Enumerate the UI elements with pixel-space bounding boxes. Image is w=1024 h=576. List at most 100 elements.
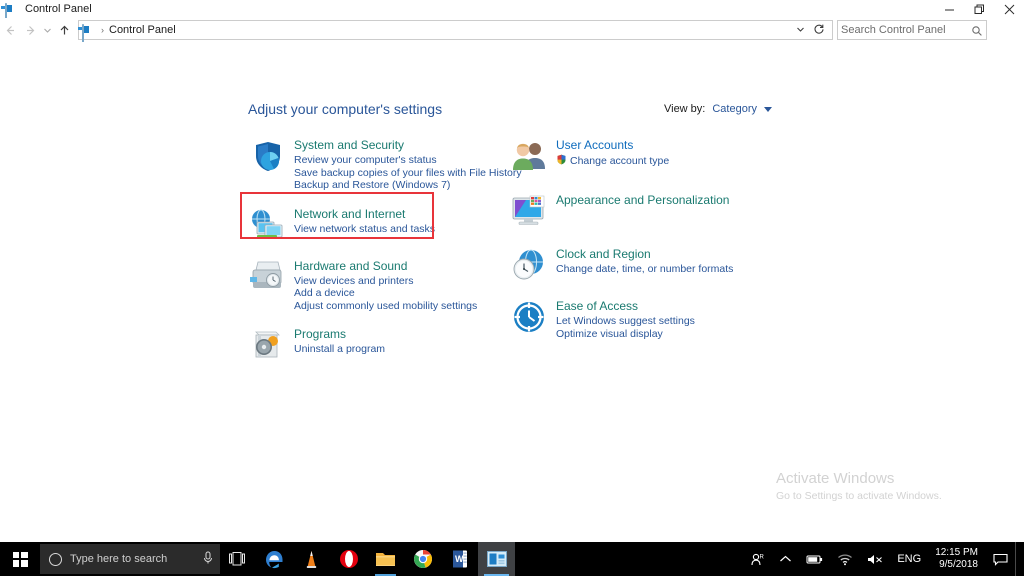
taskbar-app-google-chrome[interactable] [404, 542, 441, 576]
taskbar-search-box[interactable]: Type here to search [40, 544, 220, 574]
address-dropdown-icon[interactable] [790, 25, 811, 36]
network-icon [248, 206, 286, 244]
address-bar[interactable]: › Control Panel [78, 20, 833, 43]
category-title[interactable]: Clock and Region [556, 247, 733, 261]
category-link[interactable]: Add a device [294, 287, 477, 300]
category-link[interactable]: View devices and printers [294, 275, 477, 288]
chevron-down-icon[interactable] [764, 106, 772, 115]
view-by-control: View by: Category [664, 103, 772, 115]
category-user-accounts[interactable]: User Accounts Change account type [510, 137, 760, 175]
appearance-icon [510, 192, 548, 230]
microphone-icon[interactable] [202, 551, 214, 568]
category-title[interactable]: Appearance and Personalization [556, 193, 729, 207]
show-hidden-icons-button[interactable] [772, 542, 799, 576]
up-arrow-icon [60, 25, 68, 34]
category-title[interactable]: User Accounts [556, 138, 669, 152]
category-link[interactable]: Let Windows suggest settings [556, 315, 695, 328]
battery-icon [806, 555, 823, 563]
refresh-icon [814, 24, 824, 34]
clock-button[interactable]: 12:15 PM 9/5/2018 [927, 542, 986, 576]
watermark-title: Activate Windows [776, 470, 895, 487]
category-hardware-and-sound[interactable]: Hardware and Sound View devices and prin… [248, 258, 498, 313]
category-link[interactable]: Review your computer's status [294, 154, 522, 167]
category-title[interactable]: Programs [294, 327, 385, 341]
category-link[interactable]: Uninstall a program [294, 343, 385, 356]
refresh-button[interactable] [811, 23, 830, 38]
category-title[interactable]: System and Security [294, 138, 522, 152]
chevron-up-icon [780, 555, 792, 562]
taskbar-app-file-explorer[interactable] [367, 542, 404, 576]
show-desktop-button[interactable] [1015, 542, 1022, 576]
chevron-down-icon [797, 27, 804, 32]
control-panel-icon [5, 2, 18, 22]
category-title[interactable]: Ease of Access [556, 299, 695, 313]
category-column-right: User Accounts Change account type Appear… [510, 137, 760, 340]
title-bar: Control Panel [0, 0, 1024, 22]
chevron-down-icon [43, 28, 51, 33]
task-view-icon [228, 552, 245, 566]
forward-button[interactable] [20, 19, 40, 41]
shield-icon [248, 137, 286, 175]
category-programs[interactable]: Programs Uninstall a program [248, 326, 498, 364]
category-system-and-security[interactable]: System and Security Review your computer… [248, 137, 522, 192]
search-icon [971, 24, 983, 36]
taskbar-search-placeholder: Type here to search [70, 553, 168, 565]
wifi-icon [838, 554, 853, 565]
address-control-panel-icon [82, 23, 95, 43]
battery-button[interactable] [799, 542, 830, 576]
taskbar-app-buttons: W [256, 542, 515, 576]
category-network-and-internet[interactable]: Network and Internet View network status… [248, 206, 498, 244]
system-tray: R ENG 12:15 PM 9/5/2018 [743, 542, 1024, 576]
svg-text:R: R [760, 554, 765, 560]
minimize-icon [944, 9, 954, 10]
forward-arrow-icon [26, 25, 34, 35]
category-clock-and-region[interactable]: Clock and Region Change date, time, or n… [510, 246, 760, 284]
view-by-value[interactable]: Category [712, 103, 757, 115]
notifications-button[interactable] [986, 542, 1015, 576]
category-link[interactable]: Save backup copies of your files with Fi… [294, 167, 522, 180]
language-indicator[interactable]: ENG [891, 542, 927, 576]
people-button[interactable]: R [743, 542, 772, 576]
up-button[interactable] [54, 19, 74, 41]
people-icon: R [751, 553, 765, 565]
volume-button[interactable] [860, 542, 891, 576]
start-button[interactable] [0, 542, 40, 576]
category-appearance-and-personalization[interactable]: Appearance and Personalization [510, 192, 760, 230]
breadcrumb[interactable]: Control Panel [109, 24, 790, 36]
category-link[interactable]: Adjust commonly used mobility settings [294, 300, 477, 313]
network-button[interactable] [830, 542, 860, 576]
taskbar-app-control-panel[interactable] [478, 542, 515, 576]
control-panel-icon [486, 551, 507, 567]
search-control-panel-box[interactable] [837, 20, 987, 40]
back-arrow-icon [6, 25, 14, 35]
category-link[interactable]: View network status and tasks [294, 223, 435, 236]
minimize-button[interactable] [934, 0, 964, 18]
category-title[interactable]: Hardware and Sound [294, 259, 477, 273]
control-panel-window: Control Panel › Control Panel Search Con… [0, 0, 1024, 576]
close-button[interactable] [994, 0, 1024, 18]
window-controls [934, 0, 1024, 18]
clock-region-icon [510, 246, 548, 284]
category-link[interactable]: Optimize visual display [556, 328, 695, 341]
category-title[interactable]: Network and Internet [294, 207, 435, 221]
clock-time: 12:15 PM [935, 547, 978, 558]
category-link-change-account-type[interactable]: Change account type [556, 154, 669, 169]
google-chrome-icon [413, 550, 432, 568]
user-accounts-icon [510, 137, 548, 175]
category-ease-of-access[interactable]: Ease of Access Let Windows suggest setti… [510, 298, 760, 340]
back-button[interactable] [0, 19, 20, 41]
recent-locations-button[interactable] [40, 19, 54, 41]
taskbar-app-microsoft-word[interactable]: W [441, 542, 478, 576]
maximize-button[interactable] [964, 0, 994, 18]
taskbar-app-microsoft-edge[interactable] [256, 542, 293, 576]
search-input[interactable] [841, 24, 971, 36]
speaker-muted-icon [868, 554, 883, 564]
windows-logo-icon [12, 551, 28, 567]
taskbar-app-vlc-media-player[interactable] [293, 542, 330, 576]
restore-icon [974, 4, 984, 14]
taskbar-app-opera-browser[interactable] [330, 542, 367, 576]
cortana-circle-icon [49, 552, 62, 566]
task-view-button[interactable] [220, 542, 254, 576]
category-link[interactable]: Change date, time, or number formats [556, 263, 733, 276]
category-link[interactable]: Backup and Restore (Windows 7) [294, 179, 522, 192]
